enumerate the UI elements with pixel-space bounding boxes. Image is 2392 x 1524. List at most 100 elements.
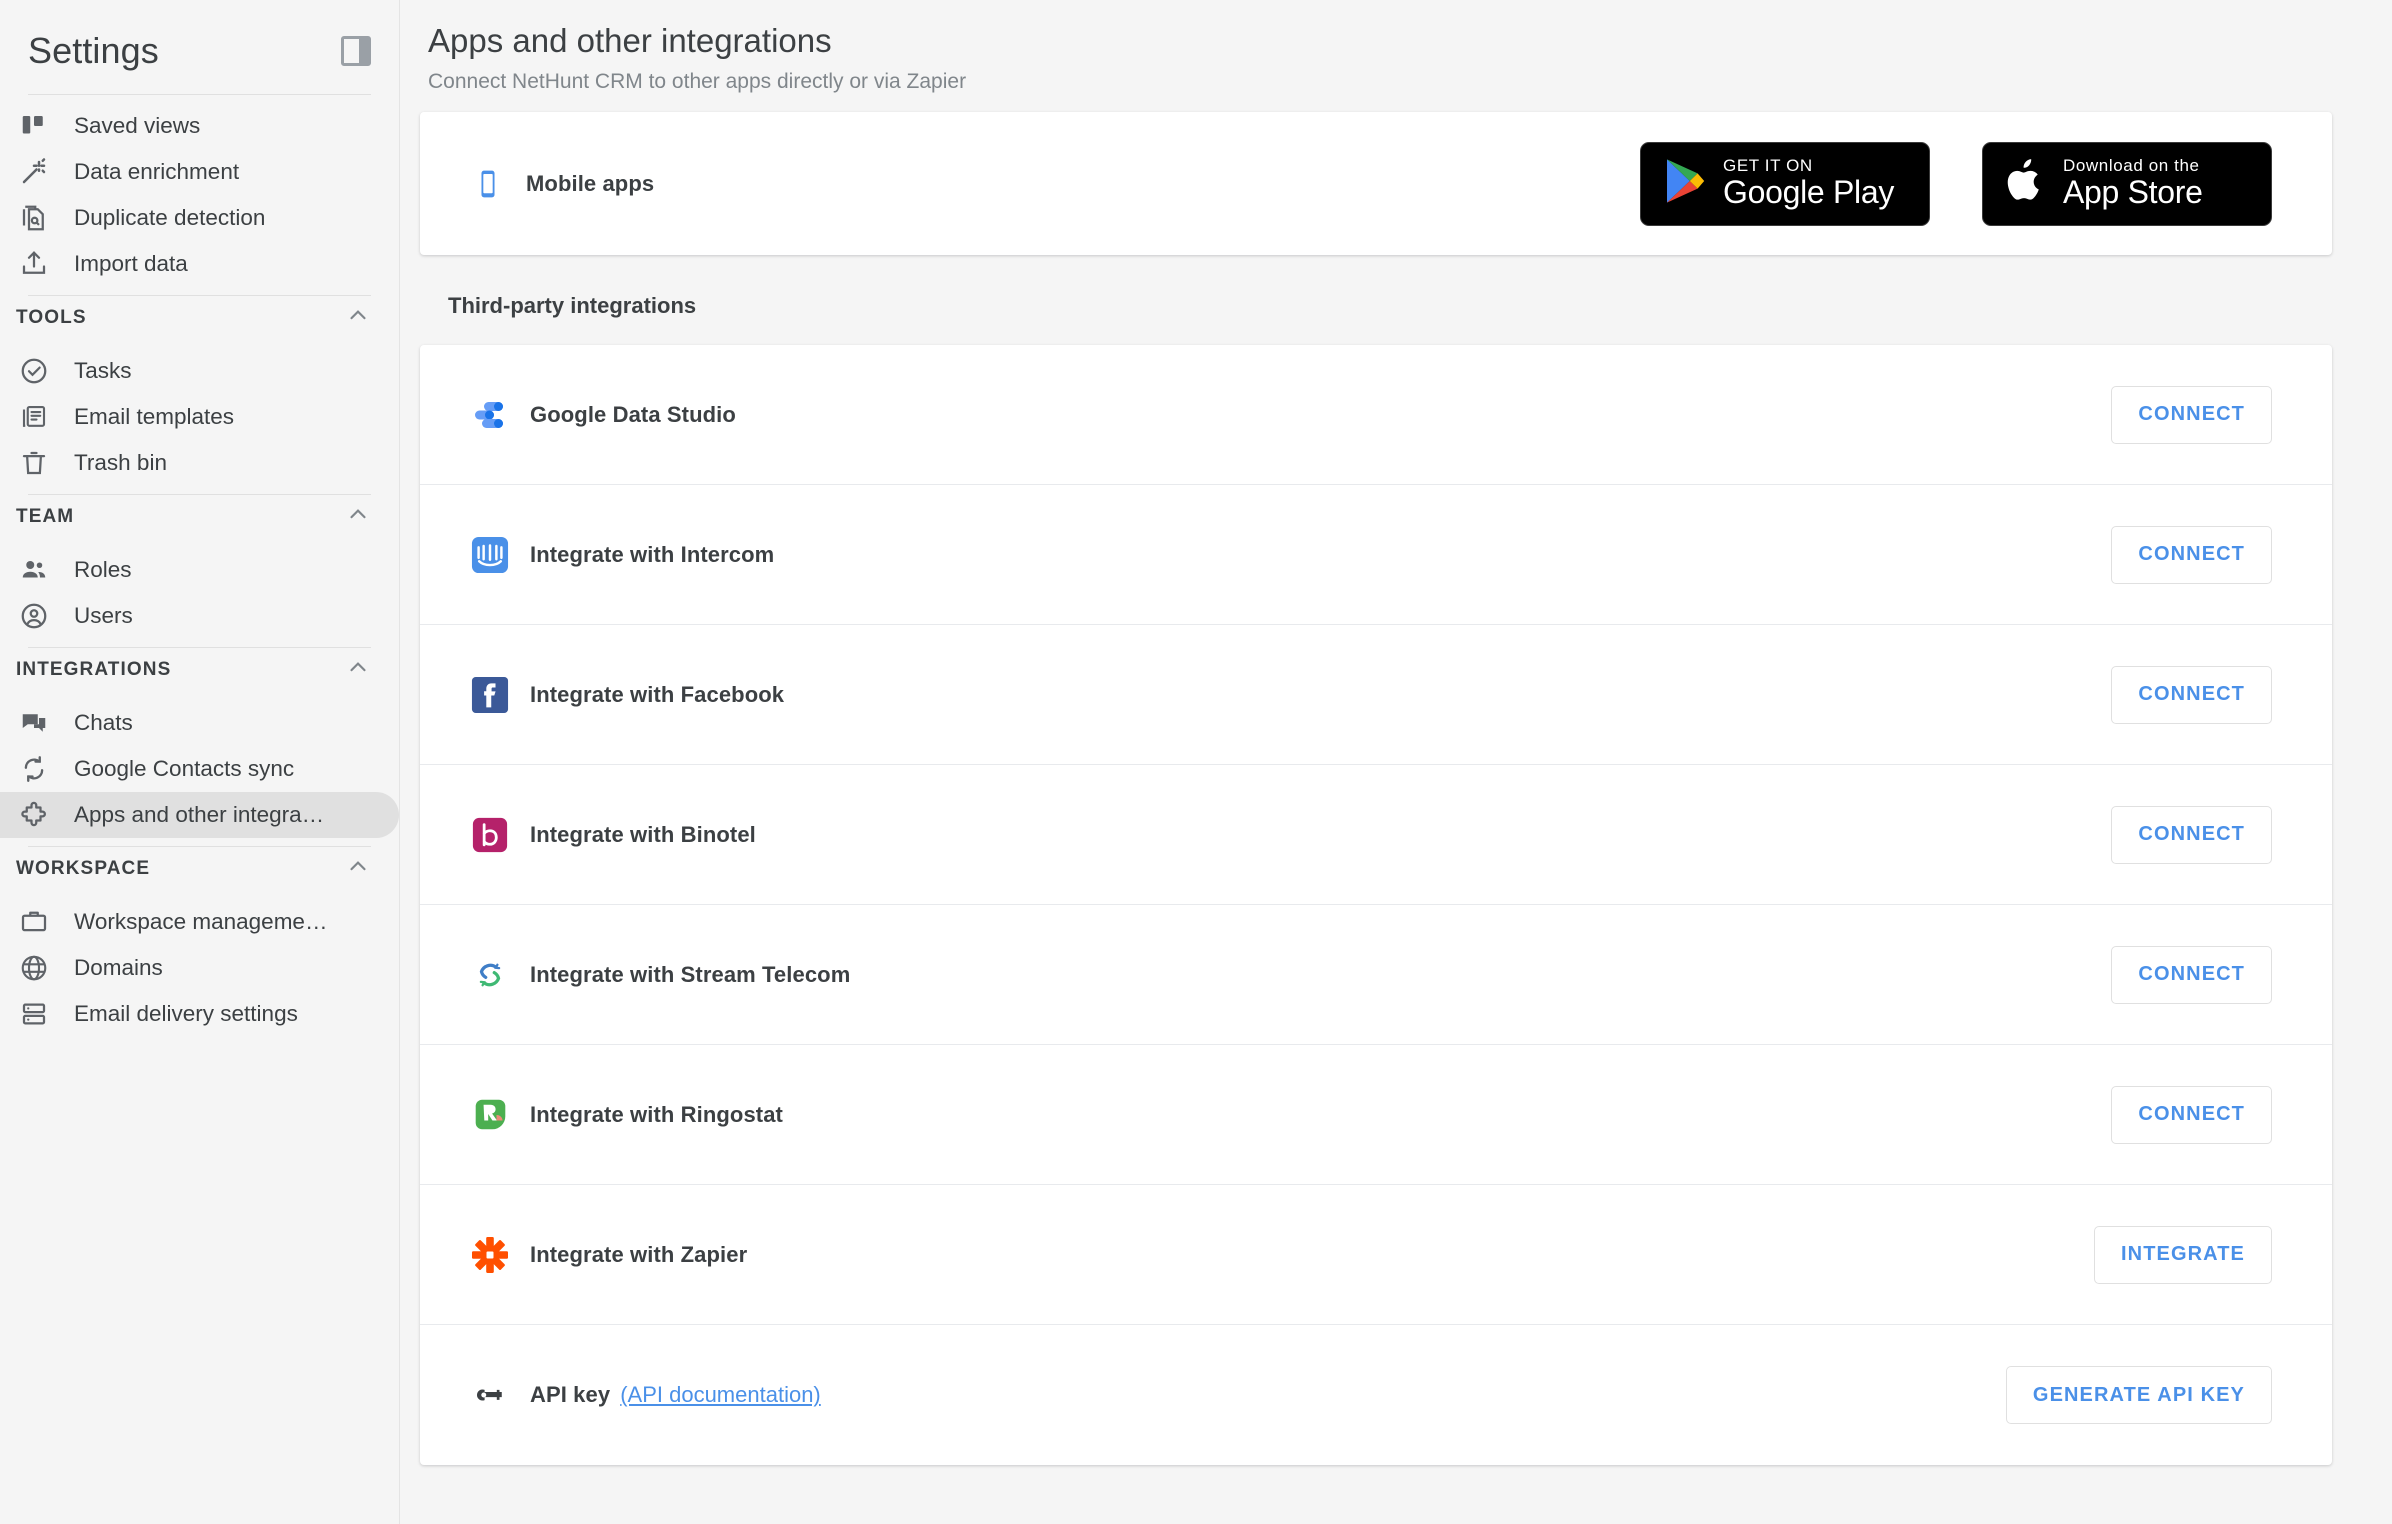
google-play-icon	[1663, 157, 1707, 210]
sidebar-item-google-contacts-sync[interactable]: Google Contacts sync	[0, 746, 399, 792]
api-documentation-link[interactable]: (API documentation)	[620, 1382, 821, 1408]
app-store-small-text: Download on the	[2063, 155, 2200, 175]
upload-icon	[16, 246, 52, 282]
integration-name: Google Data Studio	[530, 401, 736, 427]
stream-telecom-icon	[470, 955, 510, 995]
connect-button[interactable]: CONNECT	[2111, 805, 2272, 864]
briefcase-icon	[16, 904, 52, 940]
integration-row-zapier: Integrate with Zapier INTEGRATE	[420, 1185, 2332, 1325]
sidebar-item-tasks[interactable]: Tasks	[0, 348, 399, 394]
globe-icon	[16, 950, 52, 986]
sidebar-item-apps-and-other-integrations[interactable]: Apps and other integra…	[0, 792, 399, 838]
connect-button[interactable]: CONNECT	[2111, 525, 2272, 584]
sidebar-item-label: Duplicate detection	[74, 205, 266, 230]
sidebar-item-label: Google Contacts sync	[74, 756, 295, 781]
connect-button[interactable]: CONNECT	[2111, 945, 2272, 1004]
integration-name: Integrate with Facebook	[530, 681, 785, 707]
integration-name: Integrate with Binotel	[530, 821, 756, 847]
puzzle-piece-icon	[16, 797, 52, 833]
main-content: Apps and other integrations Connect NetH…	[400, 0, 2392, 1524]
sidebar-item-import-data[interactable]: Import data	[0, 241, 399, 287]
sidebar-group-title: TOOLS	[16, 307, 87, 328]
mobile-apps-title: Mobile apps	[526, 170, 655, 196]
chevron-up-icon[interactable]	[345, 502, 371, 533]
ringostat-icon	[470, 1095, 510, 1135]
sidebar-item-roles[interactable]: Roles	[0, 547, 399, 593]
integration-label-group: Integrate with Facebook	[470, 675, 2111, 715]
generate-api-key-button[interactable]: GENERATE API KEY	[2005, 1366, 2272, 1424]
integration-row-facebook: Integrate with Facebook CONNECT	[420, 625, 2332, 765]
sidebar-item-users[interactable]: Users	[0, 593, 399, 639]
chevron-up-icon[interactable]	[345, 303, 371, 334]
sidebar-item-chats[interactable]: Chats	[0, 700, 399, 746]
sidebar-item-label: Roles	[74, 557, 132, 582]
app-store-text: Download on the App Store	[2063, 155, 2203, 211]
zapier-icon	[470, 1235, 510, 1275]
sidebar-group-title: WORKSPACE	[16, 858, 151, 879]
integration-row-google-data-studio: Google Data Studio CONNECT	[420, 345, 2332, 485]
smartphone-icon	[470, 167, 506, 201]
google-play-big-text: Google Play	[1723, 173, 1895, 210]
sidebar-group-workspace-items: Workspace manageme… Domains Email delive…	[0, 891, 399, 1045]
connect-button[interactable]: CONNECT	[2111, 665, 2272, 724]
integration-row-binotel: Integrate with Binotel CONNECT	[420, 765, 2332, 905]
integration-label-group: Integrate with Ringostat	[470, 1095, 2111, 1135]
sidebar-group-team-items: Roles Users	[0, 539, 399, 647]
sidebar-item-label: Import data	[74, 251, 188, 276]
integration-label-group: API key (API documentation)	[470, 1375, 2006, 1415]
sidebar-item-domains[interactable]: Domains	[0, 945, 399, 991]
integration-row-stream-telecom: Integrate with Stream Telecom CONNECT	[420, 905, 2332, 1045]
sidebar-group-title: INTEGRATIONS	[16, 659, 172, 680]
integrate-button[interactable]: INTEGRATE	[2094, 1225, 2272, 1284]
sidebar-group-tools-items: Tasks Email templates Trash bin	[0, 340, 399, 494]
connect-button[interactable]: CONNECT	[2111, 1085, 2272, 1144]
mobile-apps-label-group: Mobile apps	[470, 167, 1640, 201]
google-play-small-text: GET IT ON	[1723, 155, 1813, 175]
integration-label-group: Integrate with Stream Telecom	[470, 955, 2111, 995]
sidebar-item-duplicate-detection[interactable]: Duplicate detection	[0, 195, 399, 241]
sidebar-item-label: Workspace manageme…	[74, 909, 328, 934]
panel-collapse-icon[interactable]	[341, 36, 371, 66]
integration-label-group: Integrate with Binotel	[470, 815, 2111, 855]
sidebar-group-integrations[interactable]: INTEGRATIONS	[0, 648, 399, 692]
main-title: Apps and other integrations	[428, 22, 832, 59]
sidebar-group-integrations-items: Chats Google Contacts sync Apps and othe…	[0, 692, 399, 846]
email-template-icon	[16, 399, 52, 435]
sidebar-group-team[interactable]: TEAM	[0, 495, 399, 539]
sidebar-item-trash-bin[interactable]: Trash bin	[0, 440, 399, 486]
sidebar-item-workspace-management[interactable]: Workspace manageme…	[0, 899, 399, 945]
integration-name: Integrate with Ringostat	[530, 1101, 783, 1127]
integration-name: Integrate with Intercom	[530, 541, 775, 567]
sidebar-group-workspace[interactable]: WORKSPACE	[0, 847, 399, 891]
sidebar-item-label: Tasks	[74, 358, 132, 383]
integration-label-group: Integrate with Intercom	[470, 535, 2111, 575]
facebook-icon	[470, 675, 510, 715]
google-play-text: GET IT ON Google Play	[1723, 155, 1895, 211]
binotel-icon	[470, 815, 510, 855]
app-store-badge[interactable]: Download on the App Store	[1982, 141, 2272, 226]
sidebar-top-group: Saved views Data enrichment Duplicate de…	[0, 95, 399, 295]
account-circle-icon	[16, 598, 52, 634]
sidebar-item-saved-views[interactable]: Saved views	[0, 103, 399, 149]
google-play-badge[interactable]: GET IT ON Google Play	[1640, 141, 1930, 226]
integration-row-api-key: API key (API documentation) GENERATE API…	[420, 1325, 2332, 1465]
sidebar-item-email-delivery-settings[interactable]: Email delivery settings	[0, 991, 399, 1037]
google-data-studio-icon	[470, 395, 510, 435]
integration-row-ringostat: Integrate with Ringostat CONNECT	[420, 1045, 2332, 1185]
settings-page: Settings Saved views Data enrichment Dup…	[0, 0, 2392, 1524]
chevron-up-icon[interactable]	[345, 655, 371, 686]
chevron-up-icon[interactable]	[345, 854, 371, 885]
apple-icon	[2005, 156, 2047, 211]
connect-button[interactable]: CONNECT	[2111, 385, 2272, 444]
chat-bubbles-icon	[16, 705, 52, 741]
sidebar-item-email-templates[interactable]: Email templates	[0, 394, 399, 440]
trash-icon	[16, 445, 52, 481]
check-circle-icon	[16, 353, 52, 389]
page-title: Settings	[28, 30, 159, 71]
sidebar-item-data-enrichment[interactable]: Data enrichment	[0, 149, 399, 195]
integration-name: Integrate with Stream Telecom	[530, 961, 851, 987]
saved-views-icon	[16, 108, 52, 144]
people-icon	[16, 552, 52, 588]
sidebar-item-label: Users	[74, 603, 133, 628]
sidebar-group-tools[interactable]: TOOLS	[0, 296, 399, 340]
